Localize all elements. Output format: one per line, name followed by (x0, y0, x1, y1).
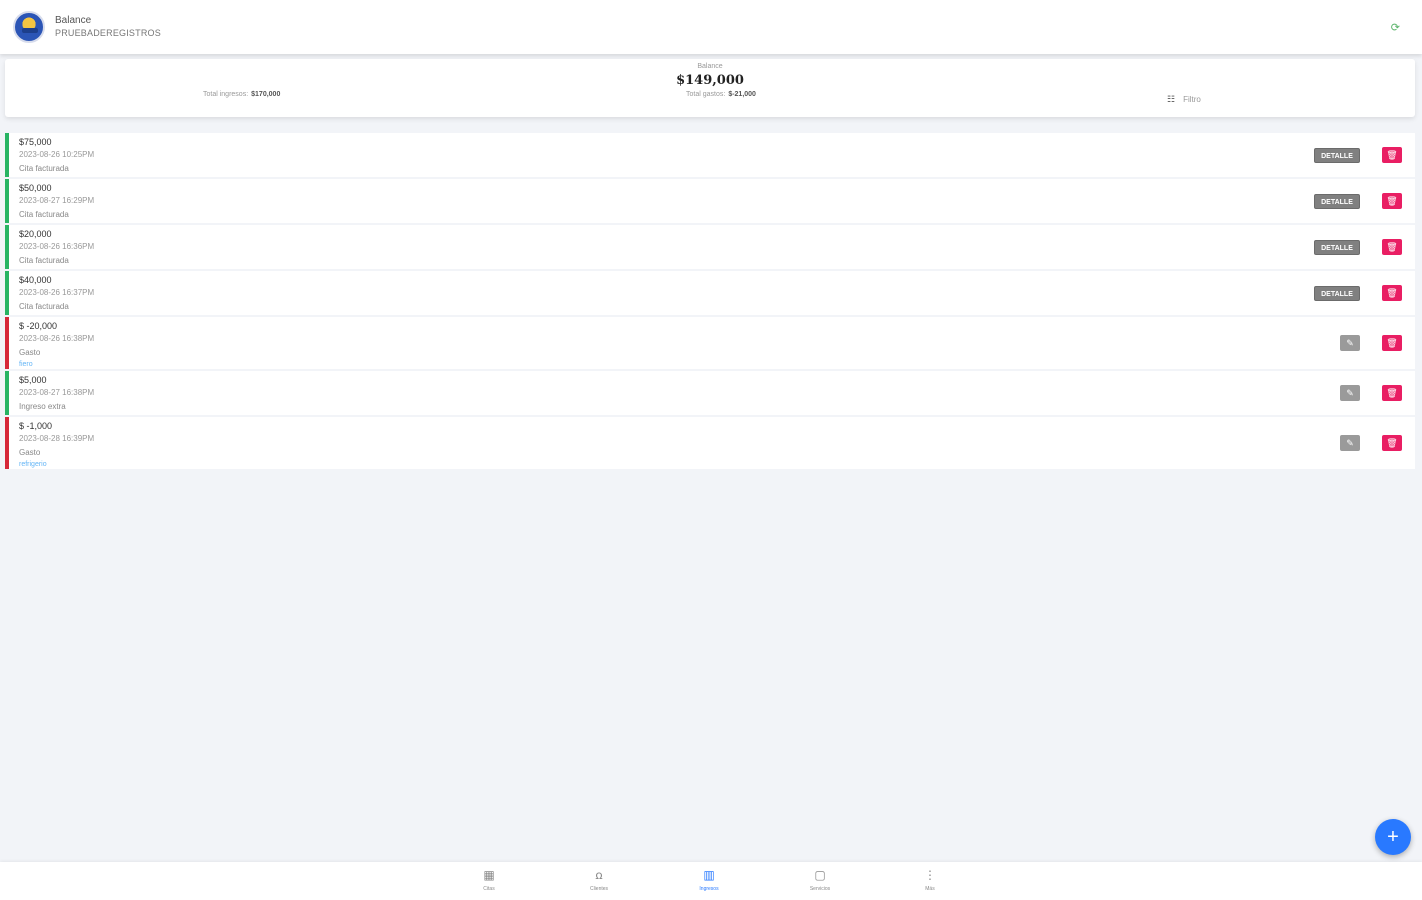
nav-label: Clientes (589, 886, 609, 892)
record-description: Cita facturada (19, 256, 69, 265)
chart-icon: ▥ (703, 868, 715, 882)
record-description: Ingreso extra (19, 402, 66, 411)
record-description: Cita facturada (19, 164, 69, 173)
page-title: Balance (55, 15, 92, 26)
record-row[interactable]: $ -20,000 2023-08-26 16:38PM Gasto fiero ✎ 🗑 (5, 317, 1415, 369)
record-description: Cita facturada (19, 302, 69, 311)
edit-icon[interactable]: ✎ (1340, 335, 1360, 351)
record-row[interactable]: $5,000 2023-08-27 16:38PM Ingreso extra ✎ 🗑 (5, 371, 1415, 415)
add-record-button[interactable]: + (1375, 819, 1411, 855)
total-expense-value: $-21,000 (728, 91, 756, 98)
delete-icon[interactable]: 🗑 (1382, 193, 1402, 209)
total-income: Total ingresos: $170,000 (203, 91, 280, 98)
record-amount: $75,000 (19, 137, 52, 147)
nav-label: Ingresos (699, 886, 719, 892)
users-icon: ꭥ (595, 868, 603, 882)
record-date: 2023-08-27 16:38PM (19, 388, 95, 397)
record-row[interactable]: $40,000 2023-08-26 16:37PM Cita facturada D… (5, 271, 1415, 315)
record-description: Gasto (19, 348, 41, 357)
record-amount: $40,000 (19, 275, 52, 285)
detail-button[interactable]: DETALLE (1314, 147, 1360, 163)
record-date: 2023-08-26 16:37PM (19, 288, 95, 297)
header-text: Balance PRUEBADEREGISTROS (55, 14, 161, 40)
detail-button[interactable]: DETALLE (1314, 239, 1360, 255)
delete-icon[interactable]: 🗑 (1382, 239, 1402, 255)
record-date: 2023-08-26 10:25PM (19, 150, 95, 159)
total-income-label: Total ingresos: (203, 91, 249, 98)
nav-item-citas[interactable]: ▦ Citas (459, 868, 519, 892)
delete-icon[interactable]: 🗑 (1382, 335, 1402, 351)
business-name: PRUEBADEREGISTROS (55, 28, 161, 38)
record-row[interactable]: $ -1,000 2023-08-28 16:39PM Gasto refrigeri… (5, 417, 1415, 469)
business-logo (13, 11, 45, 43)
record-amount: $ -1,000 (19, 421, 53, 431)
app-header: Balance PRUEBADEREGISTROS ⟳ (0, 0, 1422, 54)
nav-item-clientes[interactable]: ꭥ Clientes (569, 868, 629, 892)
balance-label: Balance (697, 63, 723, 70)
nav-item-ingresos[interactable]: ▥ Ingresos (679, 868, 739, 892)
record-date: 2023-08-27 16:29PM (19, 196, 95, 205)
records-list: $75,000 2023-08-26 10:25PM Cita facturada D… (5, 133, 1415, 471)
record-amount: $ -20,000 (19, 321, 58, 331)
record-date: 2023-08-26 16:36PM (19, 242, 95, 251)
record-row[interactable]: $50,000 2023-08-27 16:29PM Cita facturada D… (5, 179, 1415, 223)
calendar-icon: ▦ (483, 868, 495, 882)
record-row[interactable]: $75,000 2023-08-26 10:25PM Cita facturada D… (5, 133, 1415, 177)
record-tag[interactable]: fiero (19, 361, 33, 368)
record-row[interactable]: $20,000 2023-08-26 16:36PM Cita facturada D… (5, 225, 1415, 269)
detail-button[interactable]: DETALLE (1314, 285, 1360, 301)
total-income-value: $170,000 (251, 91, 281, 98)
bottom-navigation: ▦ Citas ꭥ Clientes ▥ Ingresos ▢ Servicios ⋮ Más (0, 862, 1422, 900)
delete-icon[interactable]: 🗑 (1382, 285, 1402, 301)
clipboard-icon: ▢ (814, 868, 826, 882)
record-amount: $5,000 (19, 375, 47, 385)
nav-label: Más (925, 886, 935, 892)
more-vertical-icon: ⋮ (924, 868, 936, 882)
balance-summary-card: Balance $149,000 Total ingresos: $170,000… (5, 59, 1415, 117)
record-description: Gasto (19, 448, 41, 457)
delete-icon[interactable]: 🗑 (1382, 147, 1402, 163)
nav-label: Servicios (809, 886, 831, 892)
nav-label: Citas (483, 886, 495, 892)
nav-item-servicios[interactable]: ▢ Servicios (790, 868, 850, 892)
balance-value: $149,000 (676, 73, 744, 88)
record-date: 2023-08-26 16:38PM (19, 334, 95, 343)
total-expense-label: Total gastos: (686, 91, 726, 98)
edit-icon[interactable]: ✎ (1340, 385, 1360, 401)
record-tag[interactable]: refrigerio (19, 461, 47, 468)
detail-button[interactable]: DETALLE (1314, 193, 1360, 209)
record-date: 2023-08-28 16:39PM (19, 434, 95, 443)
edit-icon[interactable]: ✎ (1340, 435, 1360, 451)
record-amount: $20,000 (19, 229, 52, 239)
delete-icon[interactable]: 🗑 (1382, 435, 1402, 451)
record-amount: $50,000 (19, 183, 52, 193)
filter-label: Filtro (1183, 95, 1201, 104)
sliders-icon: ☷ (1167, 94, 1176, 104)
refresh-icon[interactable]: ⟳ (1391, 21, 1400, 34)
total-expense: Total gastos: $-21,000 (686, 91, 756, 98)
nav-item-ms[interactable]: ⋮ Más (900, 868, 960, 892)
record-description: Cita facturada (19, 210, 69, 219)
filter-button[interactable]: ☷ Filtro (1167, 94, 1201, 105)
delete-icon[interactable]: 🗑 (1382, 385, 1402, 401)
